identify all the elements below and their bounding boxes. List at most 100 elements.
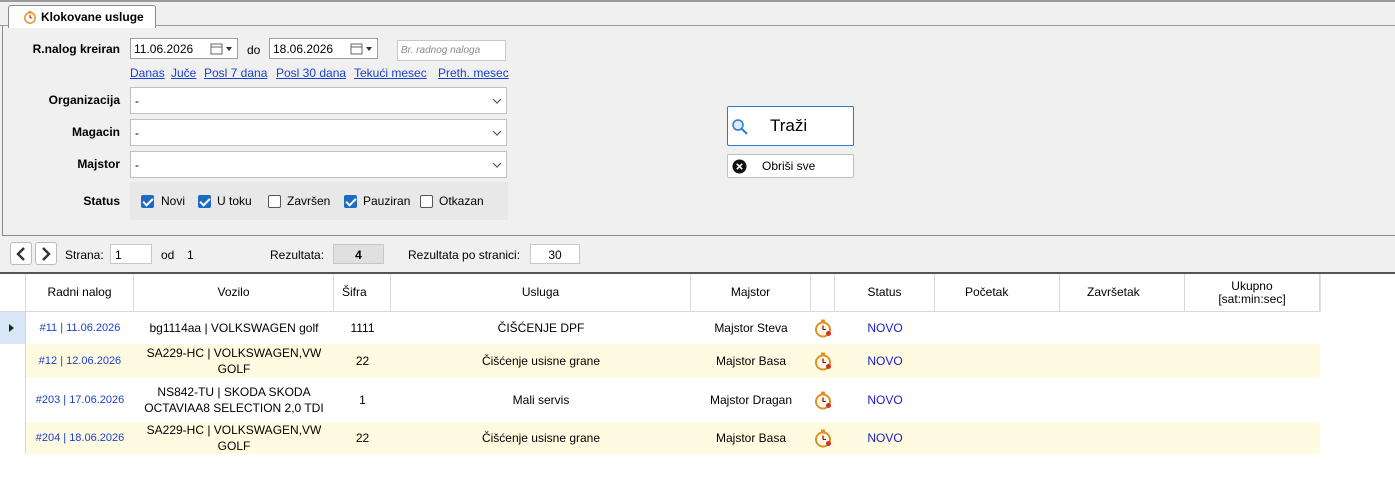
per-page-input[interactable]: 30 bbox=[530, 244, 580, 264]
calendar-dropdown-icon[interactable] bbox=[350, 42, 374, 55]
grid-edge bbox=[1320, 274, 1321, 312]
header-vozilo[interactable]: Vozilo bbox=[134, 274, 334, 312]
current-row-arrow-icon bbox=[9, 324, 14, 332]
clear-all-button[interactable]: Obriši sve bbox=[727, 154, 854, 178]
row-indicator[interactable] bbox=[0, 422, 26, 454]
quick-today-link[interactable]: Danas bbox=[130, 66, 165, 80]
date-to-input[interactable]: 18.06.2026 bbox=[269, 38, 378, 59]
cell-vozilo: NS842-TU | SKODA SKODA OCTAVIAA8 SELECTI… bbox=[144, 385, 324, 415]
table-row[interactable]: #12 | 12.06.2026 SA229-HC | VOLKSWAGEN,VW… bbox=[0, 344, 1320, 378]
row-indicator[interactable] bbox=[0, 312, 26, 344]
status-u-toku-label[interactable]: U toku bbox=[217, 194, 252, 208]
chevron-down-icon bbox=[492, 130, 502, 136]
header-majstor[interactable]: Majstor bbox=[691, 274, 811, 312]
stopwatch-icon[interactable] bbox=[813, 351, 833, 371]
tab-klokovane-usluge[interactable]: Klokovane usluge bbox=[8, 5, 156, 28]
cell-radni-nalog[interactable]: #11 | 11.06.2026 bbox=[26, 312, 134, 344]
cell-usluga: Čišćenje usisne grane bbox=[481, 354, 601, 368]
page-label: Strana: bbox=[65, 248, 104, 262]
status-otkazan-label[interactable]: Otkazan bbox=[439, 194, 484, 208]
status-zavrsen-checkbox[interactable] bbox=[268, 195, 281, 208]
search-icon bbox=[732, 119, 748, 135]
store-select[interactable]: - bbox=[130, 119, 507, 146]
next-page-button[interactable] bbox=[35, 242, 57, 265]
organization-label: Organizacija bbox=[48, 93, 120, 107]
cell-ukupno bbox=[1185, 344, 1320, 378]
to-label: do bbox=[247, 43, 261, 57]
header-timer[interactable] bbox=[811, 274, 835, 312]
cell-timer[interactable] bbox=[811, 378, 835, 422]
search-button-label: Traži bbox=[770, 116, 808, 135]
row-indicator[interactable] bbox=[0, 344, 26, 378]
status-zavrsen-label[interactable]: Završen bbox=[287, 194, 330, 208]
cell-status: NOVO bbox=[867, 431, 903, 445]
cell-usluga: ČIŠĆENJE DPF bbox=[497, 321, 585, 335]
chevron-left-icon bbox=[16, 246, 25, 261]
prev-page-button[interactable] bbox=[10, 242, 32, 265]
cell-majstor: Majstor Basa bbox=[715, 431, 787, 445]
search-button[interactable]: Traži bbox=[727, 106, 854, 146]
cell-timer[interactable] bbox=[811, 344, 835, 378]
results-grid: Radni nalog Vozilo Šifra Usluga Majstor … bbox=[0, 272, 1395, 478]
stopwatch-icon[interactable] bbox=[813, 390, 833, 410]
cell-majstor: Majstor Dragan bbox=[709, 393, 793, 407]
cell-majstor: Majstor Steva bbox=[714, 321, 788, 335]
cell-majstor: Majstor Basa bbox=[715, 354, 787, 368]
cell-radni-nalog[interactable]: #203 | 17.06.2026 bbox=[26, 378, 134, 422]
quick-7days-link[interactable]: Posl 7 dana bbox=[204, 66, 267, 80]
cell-timer[interactable] bbox=[811, 312, 835, 344]
cell-status: NOVO bbox=[867, 354, 903, 368]
cell-zavrsetak bbox=[1060, 378, 1185, 422]
cell-radni-nalog[interactable]: #204 | 18.06.2026 bbox=[26, 422, 134, 454]
mechanic-select[interactable]: - bbox=[130, 151, 507, 178]
date-to-value: 18.06.2026 bbox=[273, 42, 334, 56]
quick-30days-link[interactable]: Posl 30 dana bbox=[276, 66, 346, 80]
header-pocetak[interactable]: Početak bbox=[935, 274, 1060, 312]
of-label: od bbox=[161, 248, 175, 262]
header-ukupno[interactable]: Ukupno [sat:min:sec] bbox=[1185, 274, 1320, 312]
tab-strip: Klokovane usluge bbox=[0, 0, 1395, 28]
cell-timer[interactable] bbox=[811, 422, 835, 454]
cell-ukupno bbox=[1185, 312, 1320, 344]
cell-pocetak bbox=[935, 312, 1060, 344]
calendar-dropdown-icon[interactable] bbox=[210, 42, 234, 55]
chevron-right-icon bbox=[42, 246, 51, 261]
quick-yesterday-link[interactable]: Juče bbox=[171, 66, 196, 80]
date-from-input[interactable]: 11.06.2026 bbox=[130, 38, 238, 59]
store-label: Magacin bbox=[71, 125, 120, 139]
table-row[interactable]: #204 | 18.06.2026 SA229-HC | VOLKSWAGEN,V… bbox=[0, 422, 1320, 454]
status-pauziran-checkbox[interactable] bbox=[344, 195, 357, 208]
header-usluga[interactable]: Usluga bbox=[391, 274, 691, 312]
stopwatch-icon[interactable] bbox=[813, 428, 833, 448]
cell-pocetak bbox=[935, 344, 1060, 378]
cell-zavrsetak bbox=[1060, 422, 1185, 454]
organization-value: - bbox=[135, 94, 139, 108]
status-label: Status bbox=[83, 194, 120, 208]
organization-select[interactable]: - bbox=[130, 87, 507, 114]
status-novi-checkbox[interactable] bbox=[141, 195, 154, 208]
quick-this-month-link[interactable]: Tekući mesec bbox=[354, 66, 427, 80]
header-status[interactable]: Status bbox=[835, 274, 935, 312]
stopwatch-icon[interactable] bbox=[813, 318, 833, 338]
page-number-input[interactable]: 1 bbox=[110, 244, 152, 264]
order-number-input[interactable]: Br. radnog naloga bbox=[397, 40, 506, 61]
header-zavrsetak[interactable]: Završetak bbox=[1060, 274, 1185, 312]
quick-prev-month-link[interactable]: Preth. mesec bbox=[438, 66, 509, 80]
table-row[interactable]: #11 | 11.06.2026 bg1114aa | VOLKSWAGEN go… bbox=[0, 312, 1320, 344]
status-novi-label[interactable]: Novi bbox=[161, 194, 185, 208]
header-radni-nalog[interactable]: Radni nalog bbox=[26, 274, 134, 312]
table-row[interactable]: #203 | 17.06.2026 NS842-TU | SKODA SKODA … bbox=[0, 378, 1320, 422]
filter-panel: R.nalog kreiran 11.06.2026 do 18.06.2026… bbox=[2, 26, 1395, 236]
row-indicator[interactable] bbox=[0, 378, 26, 422]
header-sifra[interactable]: Šifra bbox=[334, 274, 391, 312]
cell-zavrsetak bbox=[1060, 312, 1185, 344]
cell-sifra: 1111 bbox=[350, 321, 375, 335]
status-u-toku-checkbox[interactable] bbox=[198, 195, 211, 208]
status-otkazan-checkbox[interactable] bbox=[420, 195, 433, 208]
tab-label: Klokovane usluge bbox=[41, 10, 144, 24]
status-pauziran-label[interactable]: Pauziran bbox=[363, 194, 410, 208]
cell-usluga: Čišćenje usisne grane bbox=[481, 431, 601, 445]
cell-ukupno bbox=[1185, 422, 1320, 454]
cell-radni-nalog[interactable]: #12 | 12.06.2026 bbox=[26, 344, 134, 378]
chevron-down-icon bbox=[492, 162, 502, 168]
